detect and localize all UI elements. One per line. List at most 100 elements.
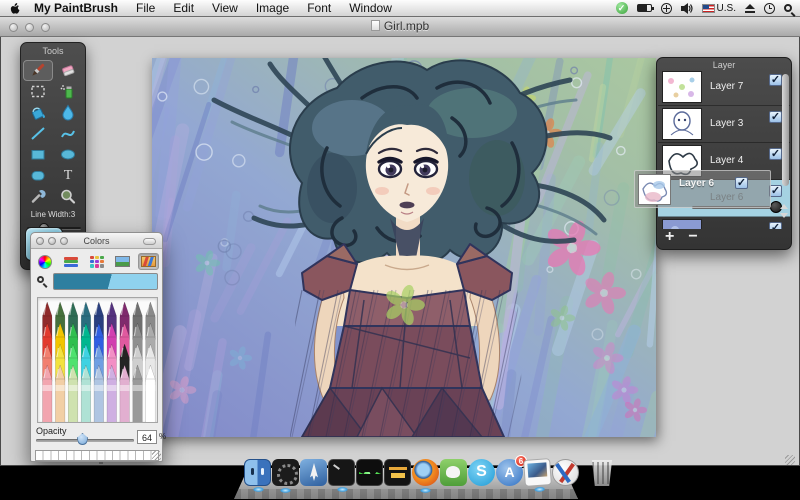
crayons-icon	[141, 256, 156, 267]
wrench-tool[interactable]	[23, 186, 53, 207]
layer-3-visibility-checkbox[interactable]: ✓	[769, 111, 782, 123]
window-title: Girl.mpb	[0, 19, 800, 33]
layer-3-thumbnail	[662, 108, 702, 140]
dock-appstore-icon[interactable]: A6	[496, 459, 523, 486]
layer-name: Layer 3	[710, 118, 743, 129]
zoom-tool[interactable]	[53, 186, 83, 207]
crayon-picker[interactable]	[37, 297, 158, 423]
ghost-layer-name: Layer 6	[679, 178, 714, 189]
add-layer-button[interactable]: +	[665, 228, 674, 246]
remove-layer-button[interactable]: −	[688, 228, 697, 246]
dock-paintbrush-app-icon[interactable]	[552, 459, 579, 486]
running-indicator	[420, 488, 431, 493]
universal-access-icon[interactable]	[661, 3, 672, 14]
menu-window[interactable]: Window	[340, 0, 401, 17]
volume-icon[interactable]	[681, 3, 693, 14]
layer-4-visibility-checkbox[interactable]: ✓	[769, 148, 782, 160]
layer-name: Layer 7	[710, 81, 743, 92]
dock: S A6	[244, 459, 614, 486]
menu-view[interactable]: View	[203, 0, 247, 17]
opacity-label: Opacity	[36, 426, 67, 436]
running-indicator	[253, 487, 264, 492]
running-indicator	[280, 488, 291, 493]
layers-scrollbar[interactable]	[782, 74, 789, 186]
document-icon	[371, 20, 380, 31]
color-palettes-mode-button[interactable]	[86, 253, 107, 270]
dock-gear-app-icon[interactable]	[272, 459, 299, 486]
current-color-swatch[interactable]	[53, 273, 158, 290]
colors-toolbar-toggle[interactable]	[143, 238, 156, 245]
opacity-percent-sign: %	[159, 432, 166, 441]
color-search-icon[interactable]	[37, 276, 44, 283]
dock-evernote-icon[interactable]	[440, 459, 467, 486]
scroll-down-icon[interactable]	[780, 213, 788, 218]
layer-name: Layer 4	[710, 155, 743, 166]
window-titlebar[interactable]: Girl.mpb	[0, 17, 800, 37]
drawing-canvas[interactable]	[152, 58, 656, 437]
fill-tool[interactable]	[23, 102, 53, 123]
spotlight-icon[interactable]	[784, 4, 792, 12]
canvas-artwork	[152, 58, 656, 437]
dock-utility-app-icon[interactable]	[300, 459, 327, 486]
clock-icon[interactable]	[764, 3, 775, 14]
dock-photos-icon[interactable]	[523, 458, 552, 487]
input-source-label: U.S.	[717, 3, 736, 14]
colors-panel-titlebar[interactable]: Colors	[31, 233, 162, 249]
layer-row-7[interactable]: Layer 7 ✓	[658, 69, 790, 106]
colors-panel: Colors Opacity 64 %	[30, 232, 163, 462]
line-width-label: Line Width:3	[21, 210, 85, 219]
dock-trash-icon[interactable]	[590, 460, 614, 486]
layers-panel: Layer Layer 7 ✓ Layer 3 ✓ Layer 4 ✓ Laye…	[656, 57, 792, 250]
saved-swatches-strip[interactable]	[35, 450, 159, 461]
colors-resize-grip[interactable]	[152, 451, 161, 460]
layer-drag-ghost[interactable]: Layer 6 ✓	[634, 170, 771, 208]
us-flag-icon	[702, 4, 715, 13]
rounded-rect-tool[interactable]	[23, 165, 53, 186]
image-palette-icon	[115, 256, 130, 267]
apple-menu-icon[interactable]	[8, 2, 21, 15]
sliders-icon	[64, 256, 78, 268]
tools-palette-title: Tools	[21, 43, 85, 56]
menu-app-name[interactable]: My PaintBrush	[25, 0, 127, 17]
color-sliders-mode-button[interactable]	[60, 253, 81, 270]
spray-tool[interactable]	[53, 81, 83, 102]
colors-mode-toolbar	[31, 249, 162, 272]
dock-activity-monitor-icon[interactable]	[356, 459, 383, 486]
dock-clock-app-icon[interactable]	[384, 459, 411, 486]
dock-terminal-icon[interactable]	[328, 459, 355, 486]
dock-skype-icon[interactable]: S	[468, 459, 495, 486]
menu-font[interactable]: Font	[298, 0, 340, 17]
status-check-icon[interactable]: ✓	[616, 2, 628, 14]
ghost-thumbnail	[638, 174, 671, 205]
opacity-value-field[interactable]: 64	[137, 430, 157, 444]
input-source-menu[interactable]: U.S.	[702, 3, 736, 14]
ellipse-tool[interactable]	[53, 144, 83, 165]
crayons-mode-button[interactable]	[138, 253, 159, 270]
dock-firefox-icon[interactable]	[412, 459, 439, 486]
water-drop-tool[interactable]	[53, 102, 83, 123]
layer-7-visibility-checkbox[interactable]: ✓	[769, 74, 782, 86]
menu-file[interactable]: File	[127, 0, 164, 17]
layer-row-3[interactable]: Layer 3 ✓	[658, 106, 790, 143]
battery-icon[interactable]	[637, 4, 652, 12]
eraser-tool[interactable]	[53, 60, 83, 81]
rectangle-tool[interactable]	[23, 144, 53, 165]
opacity-slider-knob[interactable]	[77, 433, 88, 445]
scroll-up-icon[interactable]	[780, 204, 788, 209]
image-palettes-mode-button[interactable]	[112, 253, 133, 270]
curve-tool[interactable]	[53, 123, 83, 144]
ghost-visibility-checkbox: ✓	[735, 177, 748, 189]
eject-icon[interactable]	[745, 4, 755, 9]
dock-finder-icon[interactable]	[244, 459, 271, 486]
color-wheel-mode-button[interactable]	[34, 253, 55, 270]
layers-scroll-arrows[interactable]	[778, 202, 790, 226]
select-tool[interactable]	[23, 81, 53, 102]
menu-edit[interactable]: Edit	[164, 0, 203, 17]
brush-tool[interactable]	[23, 60, 53, 81]
menu-image[interactable]: Image	[247, 0, 298, 17]
line-tool[interactable]	[23, 123, 53, 144]
swatch-strip-handle[interactable]	[99, 462, 103, 464]
window-resize-grip[interactable]	[785, 455, 795, 465]
running-indicator	[337, 487, 348, 492]
text-tool[interactable]: T	[53, 165, 83, 186]
